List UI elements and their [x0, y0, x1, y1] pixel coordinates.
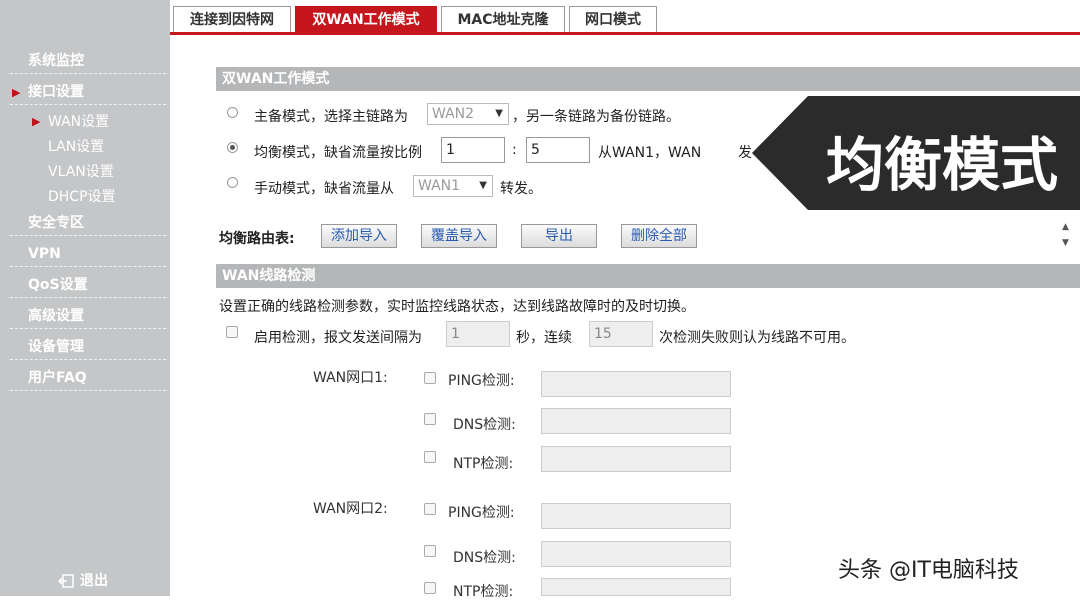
wan1-ntp-label: NTP检测: — [453, 456, 514, 472]
wan-detect-description: 设置正确的线路检测参数，实时监控线路状态，达到线路故障时的及时切换。 — [219, 299, 695, 315]
primary-mode-suffix: ，另一条链路为备份链路。 — [512, 109, 680, 125]
logout-icon — [58, 574, 74, 588]
wan1-dns-label: DNS检测: — [453, 417, 516, 433]
scrollbar[interactable]: ▲ ▼ — [1062, 222, 1076, 254]
wan1-ping-checkbox[interactable] — [424, 372, 436, 384]
sidebar: 系统监控 ▶ 接口设置 ▶ WAN设置 LAN设置 VLAN设置 DHCP设置 … — [0, 0, 170, 596]
scroll-down-icon[interactable]: ▼ — [1062, 238, 1076, 248]
sidebar-item-system-monitor[interactable]: 系统监控 — [10, 50, 166, 74]
wan1-ping-input[interactable] — [541, 371, 731, 397]
wan2-ping-input[interactable] — [541, 503, 731, 529]
wan2-dns-label: DNS检测: — [453, 550, 516, 566]
sidebar-subitem-lan[interactable]: LAN设置 — [48, 136, 104, 156]
route-table-label: 均衡路由表: — [219, 231, 295, 247]
balance-mode-radio[interactable] — [227, 142, 238, 153]
detect-interval-input[interactable]: 1 — [446, 321, 510, 347]
wan2-ntp-input[interactable] — [541, 578, 731, 596]
balance-mode-label: 均衡模式，缺省流量按比例 — [254, 145, 422, 161]
detect-interval-suffix: 秒，连续 — [516, 330, 572, 346]
wan2-ntp-label: NTP检测: — [453, 584, 514, 600]
enable-detect-label: 启用检测，报文发送间隔为 — [254, 330, 422, 346]
wan1-label: WAN网口1: — [313, 370, 388, 386]
wan2-ntp-checkbox[interactable] — [424, 582, 436, 594]
tab-connect-internet[interactable]: 连接到因特网 — [173, 6, 291, 32]
tab-port-mode[interactable]: 网口模式 — [569, 6, 657, 32]
detect-count-suffix: 次检测失败则认为线路不可用。 — [659, 330, 855, 346]
sidebar-item-advanced[interactable]: 高级设置 — [10, 305, 166, 329]
wan1-ntp-input[interactable] — [541, 446, 731, 472]
scroll-up-icon[interactable]: ▲ — [1062, 222, 1076, 232]
ratio-colon: : — [512, 142, 517, 158]
sidebar-item-security[interactable]: 安全专区 — [10, 212, 166, 236]
delete-all-button[interactable]: 删除全部 — [621, 224, 697, 248]
wan2-dns-input[interactable] — [541, 541, 731, 567]
primary-link-select[interactable]: WAN2 ▼ — [427, 103, 509, 125]
manual-mode-suffix: 转发。 — [500, 181, 542, 197]
ratio-b-input[interactable]: 5 — [526, 137, 590, 163]
chevron-down-icon: ▼ — [495, 108, 503, 119]
tab-dual-wan[interactable]: 双WAN工作模式 — [295, 6, 437, 32]
balance-mode-suffix-end: 发 — [738, 145, 752, 161]
manual-mode-radio[interactable] — [227, 177, 238, 188]
overwrite-import-button[interactable]: 覆盖导入 — [421, 224, 497, 248]
watermark: 头条 @IT电脑科技 — [838, 558, 1019, 583]
enable-detect-checkbox[interactable] — [226, 326, 238, 338]
dual-wan-section-title: 双WAN工作模式 — [216, 67, 1080, 91]
manual-link-select[interactable]: WAN1 ▼ — [413, 175, 493, 197]
sidebar-item-interface-settings[interactable]: 接口设置 — [10, 81, 166, 105]
tab-underline — [170, 32, 1080, 35]
wan1-dns-input[interactable] — [541, 408, 731, 434]
detect-count-input[interactable]: 15 — [589, 321, 653, 347]
tab-mac-clone[interactable]: MAC地址克隆 — [441, 6, 565, 32]
wan1-ping-label: PING检测: — [448, 373, 515, 389]
sidebar-item-device-management[interactable]: 设备管理 — [10, 336, 166, 360]
primary-mode-label: 主备模式，选择主链路为 — [254, 109, 408, 125]
sidebar-item-vpn[interactable]: VPN — [10, 243, 166, 267]
wan1-dns-checkbox[interactable] — [424, 413, 436, 425]
sidebar-subitem-dhcp[interactable]: DHCP设置 — [48, 186, 116, 206]
balance-mode-suffix: 从WAN1，WAN — [598, 145, 702, 161]
callout-text: 均衡模式 — [826, 131, 1059, 199]
sub-active-arrow-icon: ▶ — [32, 115, 41, 128]
sidebar-subitem-vlan[interactable]: VLAN设置 — [48, 161, 114, 181]
wan2-ping-label: PING检测: — [448, 505, 515, 521]
manual-mode-label: 手动模式，缺省流量从 — [254, 181, 394, 197]
sidebar-item-user-faq[interactable]: 用户FAQ — [10, 367, 166, 391]
sidebar-item-qos[interactable]: QoS设置 — [10, 274, 166, 298]
export-button[interactable]: 导出 — [521, 224, 597, 248]
add-import-button[interactable]: 添加导入 — [321, 224, 397, 248]
tab-bar: 连接到因特网 双WAN工作模式 MAC地址克隆 网口模式 — [170, 0, 1080, 34]
wan2-dns-checkbox[interactable] — [424, 545, 436, 557]
wan-detect-section-title: WAN线路检测 — [216, 264, 1080, 288]
wan1-ntp-checkbox[interactable] — [424, 451, 436, 463]
ratio-a-input[interactable]: 1 — [441, 137, 505, 163]
chevron-down-icon: ▼ — [479, 180, 487, 191]
primary-mode-radio[interactable] — [227, 107, 238, 118]
wan2-label: WAN网口2: — [313, 501, 388, 517]
logout-button[interactable]: 退出 — [58, 570, 108, 590]
wan2-ping-checkbox[interactable] — [424, 503, 436, 515]
sidebar-subitem-wan[interactable]: WAN设置 — [48, 111, 109, 131]
